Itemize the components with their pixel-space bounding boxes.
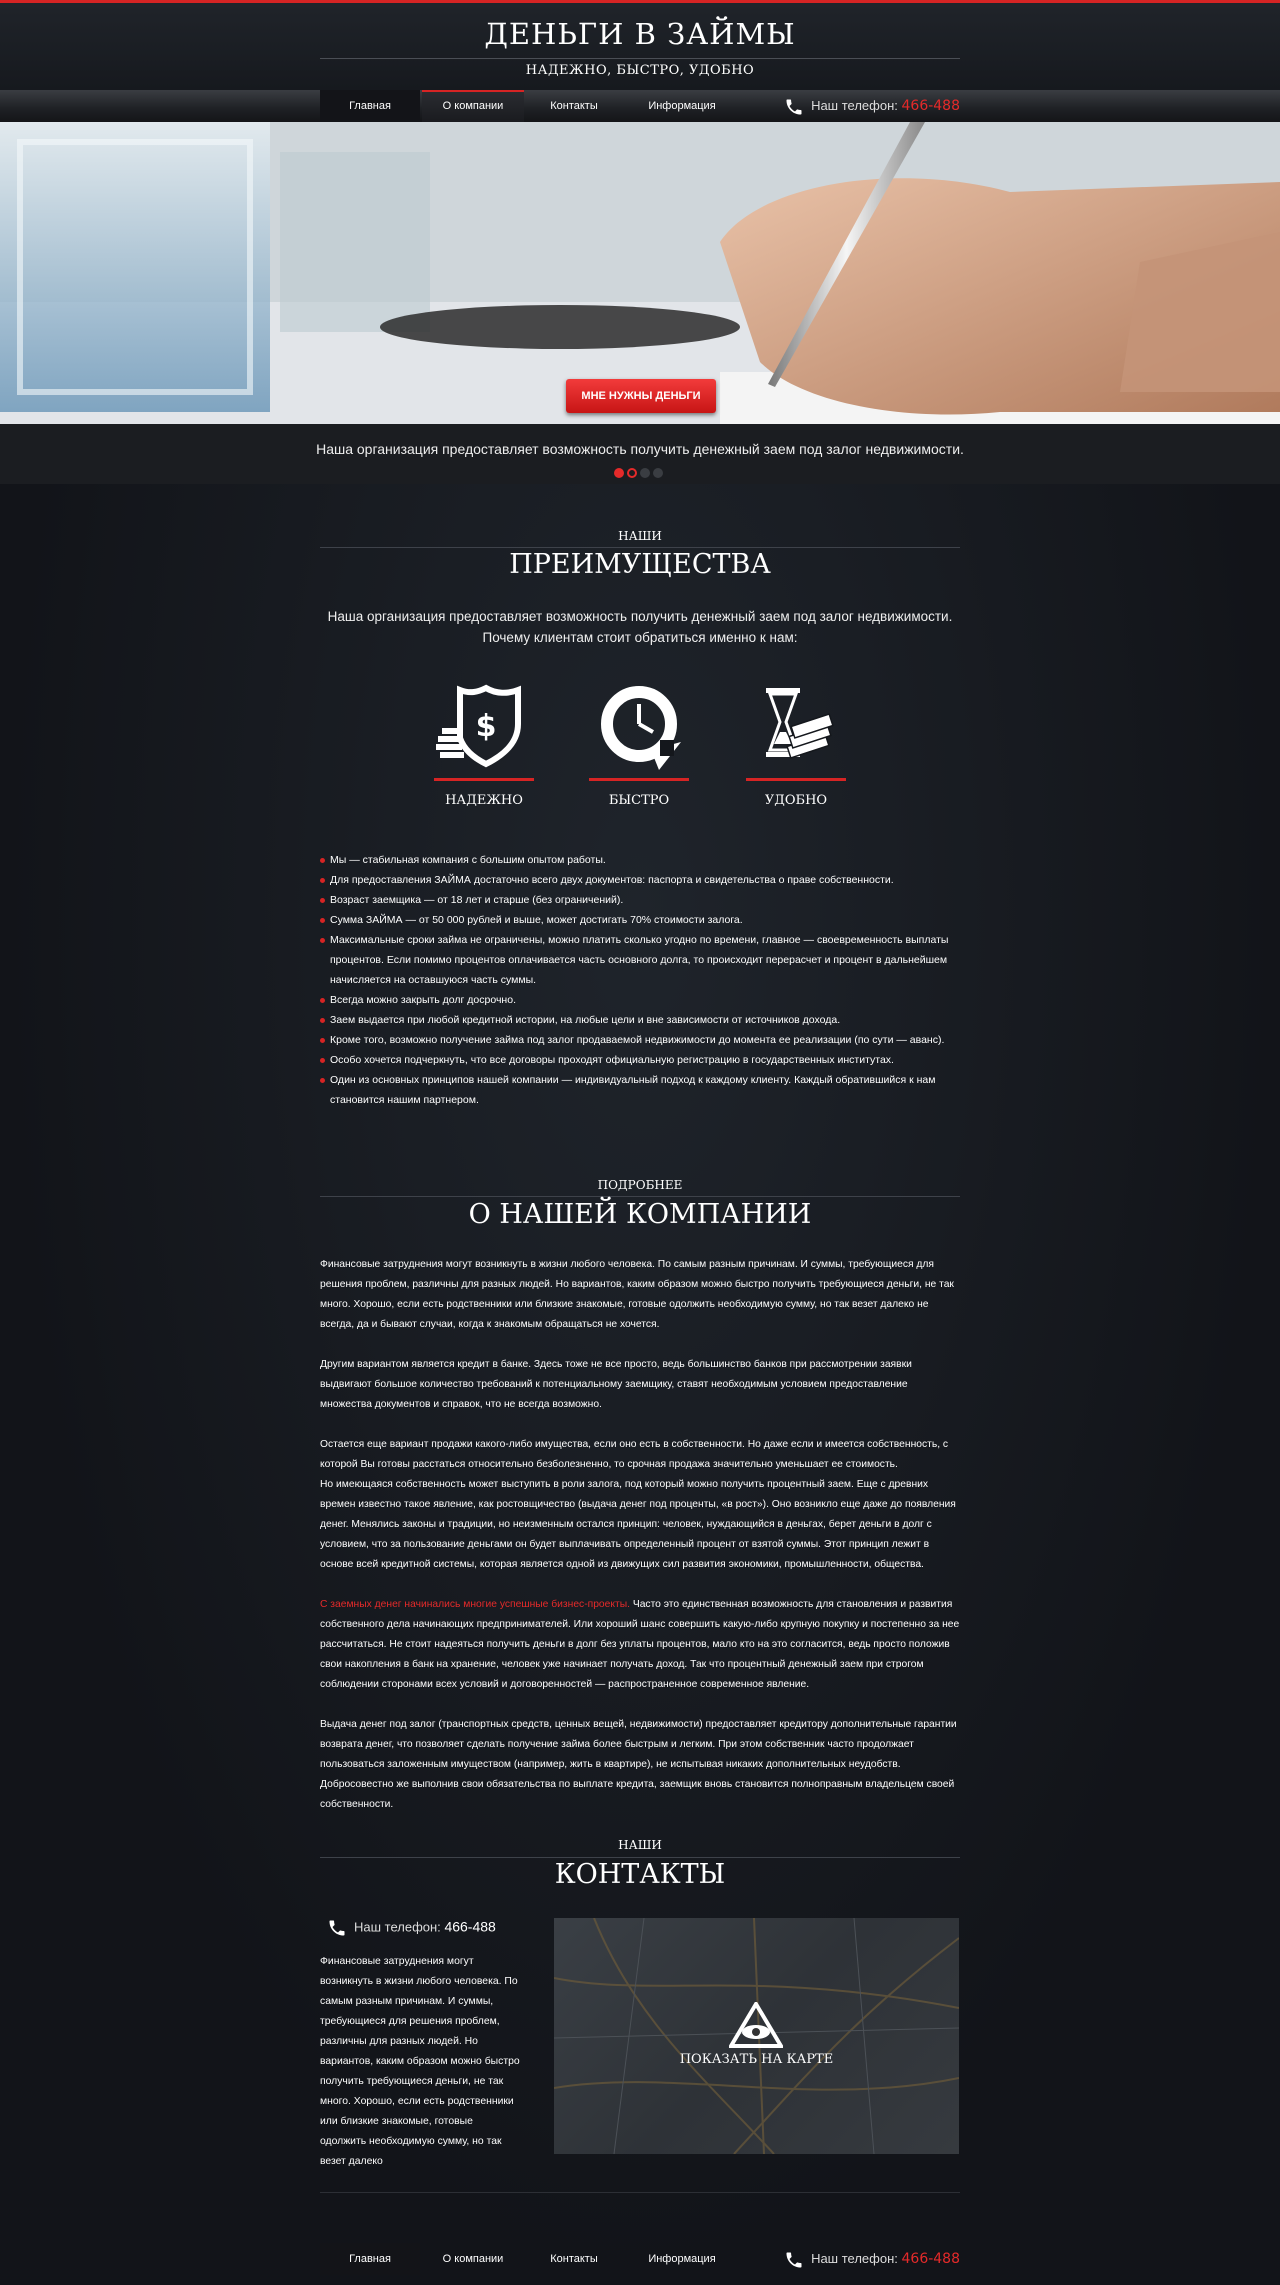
footer-divider: [320, 2192, 960, 2193]
advantages-intro: Наша организация предоставляет возможнос…: [320, 606, 960, 648]
slider-dots: [614, 465, 666, 478]
slider-dot-3[interactable]: [640, 468, 650, 478]
slider-dot-4[interactable]: [653, 468, 663, 478]
list-item: Заем выдается при любой кредитной истори…: [320, 1010, 960, 1030]
about-highlight-link[interactable]: С заемных денег начинались многие успешн…: [320, 1599, 630, 1610]
about-paragraph-4-text: Часто это единственная возможность для с…: [320, 1599, 960, 1690]
contact-phone-label: Наш телефон:: [354, 1919, 441, 1935]
show-on-map-label: ПОКАЗАТЬ НА КАРТЕ: [679, 2052, 834, 2067]
slider-caption-bar: Наша организация предоставляет возможнос…: [0, 424, 1280, 484]
advantages-divider: [320, 547, 960, 548]
header-phone[interactable]: Наш телефон: 466-488: [783, 90, 960, 122]
feature-convenient-underline: [746, 778, 846, 781]
list-item: Всегда можно закрыть долг досрочно.: [320, 990, 960, 1010]
list-item: Возраст заемщика — от 18 лет и старше (б…: [320, 890, 960, 910]
about-paragraph-5: Выдача денег под залог (транспортных сре…: [320, 1719, 957, 1810]
footer-nav-item-contacts[interactable]: Контакты: [524, 2243, 624, 2275]
contacts-divider: [320, 1857, 960, 1858]
contact-phone-number: 466-488: [444, 1918, 496, 1935]
advantages-intro-line1: Наша организация предоставляет возможнос…: [327, 609, 953, 624]
about-divider: [320, 1196, 960, 1197]
map-preview[interactable]: ПОКАЗАТЬ НА КАРТЕ: [554, 1918, 959, 2154]
nav-item-contacts[interactable]: Контакты: [524, 90, 624, 122]
list-item: Мы — стабильная компания с большим опыто…: [320, 850, 960, 870]
phone-number: 466-488: [901, 98, 961, 114]
footer-nav-item-about[interactable]: О компании: [422, 2243, 524, 2275]
hero-banner: МНЕ НУЖНЫ ДЕНЬГИ: [0, 122, 1280, 424]
feature-reliable-label: НАДЕЖНО: [445, 793, 523, 808]
contacts-title: КОНТАКТЫ: [554, 1859, 726, 1890]
eye-pyramid-icon: [729, 2002, 783, 2048]
about-paragraph-2: Другим вариантом является кредит в банке…: [320, 1359, 912, 1410]
advantages-intro-line2: Почему клиентам стоит обратиться именно …: [482, 630, 798, 645]
advantages-title: ПРЕИМУЩЕСТВА: [509, 549, 771, 580]
phone-icon: [786, 2252, 802, 2268]
advantages-list: Мы — стабильная компания с большим опыто…: [320, 850, 960, 1110]
feature-fast-label: БЫСТРО: [608, 793, 670, 808]
list-item: Максимальные сроки займа не ограничены, …: [320, 930, 960, 990]
feature-convenient-label: УДОБНО: [764, 793, 828, 808]
hourglass-money-icon: [766, 688, 834, 759]
site-header: ДЕНЬГИ В ЗАЙМЫ НАДЕЖНО, БЫСТРО, УДОБНО: [0, 3, 1280, 90]
phone-label: Наш телефон:: [811, 98, 898, 113]
clock-arrow-icon: [601, 686, 681, 770]
list-item: Для предоставления ЗАЙМА достаточно всег…: [320, 870, 960, 890]
nav-item-info[interactable]: Информация: [624, 90, 740, 122]
about-title: О НАШЕЙ КОМПАНИИ: [468, 1199, 812, 1230]
need-money-button[interactable]: МНЕ НУЖНЫ ДЕНЬГИ: [566, 379, 716, 413]
nav-item-home[interactable]: Главная: [320, 90, 420, 122]
about-paragraph-3b: Но имеющаяся собственность может выступи…: [320, 1479, 956, 1570]
shield-dollar-icon: $: [436, 684, 521, 768]
title-divider: [320, 58, 960, 59]
footer-nav-item-info[interactable]: Информация: [624, 2243, 740, 2275]
phone-icon: [329, 1920, 345, 1936]
contact-phone[interactable]: Наш телефон: 466-488: [326, 1918, 496, 1938]
feature-fast: БЫСТРО: [589, 680, 689, 808]
site-subtitle: НАДЕЖНО, БЫСТРО, УДОБНО: [525, 63, 755, 78]
phone-icon: [786, 99, 802, 115]
list-item: Кроме того, возможно получение займа под…: [320, 1030, 960, 1050]
about-paragraph-3: Остается еще вариант продажи какого-либо…: [320, 1435, 960, 1475]
nav-item-about[interactable]: О компании: [422, 90, 524, 122]
main-nav: Главная О компании Контакты Информация Н…: [0, 90, 1280, 122]
about-paragraph-3a: Остается еще вариант продажи какого-либо…: [320, 1439, 949, 1470]
footer-phone-number: 466-488: [901, 2251, 961, 2267]
about-text: Финансовые затруднения могут возникнуть …: [320, 1255, 960, 1835]
feature-convenient: УДОБНО: [746, 680, 846, 808]
contact-description: Финансовые затруднения могут возникнуть …: [320, 1956, 520, 2167]
footer-phone[interactable]: Наш телефон: 466-488: [783, 2243, 960, 2275]
footer-phone-label: Наш телефон:: [811, 2251, 898, 2266]
footer-nav-item-home[interactable]: Главная: [320, 2243, 420, 2275]
about-paragraph-4: С заемных денег начинались многие успешн…: [320, 1595, 960, 1695]
footer-nav: Главная О компании Контакты Информация Н…: [0, 2243, 1280, 2275]
about-paragraph-1: Финансовые затруднения могут возникнуть …: [320, 1259, 954, 1330]
svg-text:$: $: [476, 709, 497, 744]
list-item: Сумма ЗАЙМА — от 50 000 рублей и выше, м…: [320, 910, 960, 930]
slider-caption: Наша организация предоставляет возможнос…: [316, 441, 964, 457]
list-item: Один из основных принципов нашей компани…: [320, 1070, 960, 1110]
site-title: ДЕНЬГИ В ЗАЙМЫ: [484, 17, 796, 51]
feature-reliable: $ НАДЕЖНО: [434, 680, 534, 808]
feature-reliable-underline: [434, 778, 534, 781]
slider-dot-2[interactable]: [627, 468, 637, 478]
contacts-kicker: НАШИ: [618, 1838, 662, 1852]
advantages-kicker: НАШИ: [618, 529, 662, 543]
about-kicker: ПОДРОБНЕЕ: [597, 1178, 683, 1192]
slider-dot-1[interactable]: [614, 468, 624, 478]
feature-fast-underline: [589, 778, 689, 781]
list-item: Особо хочется подчеркнуть, что все догов…: [320, 1050, 960, 1070]
